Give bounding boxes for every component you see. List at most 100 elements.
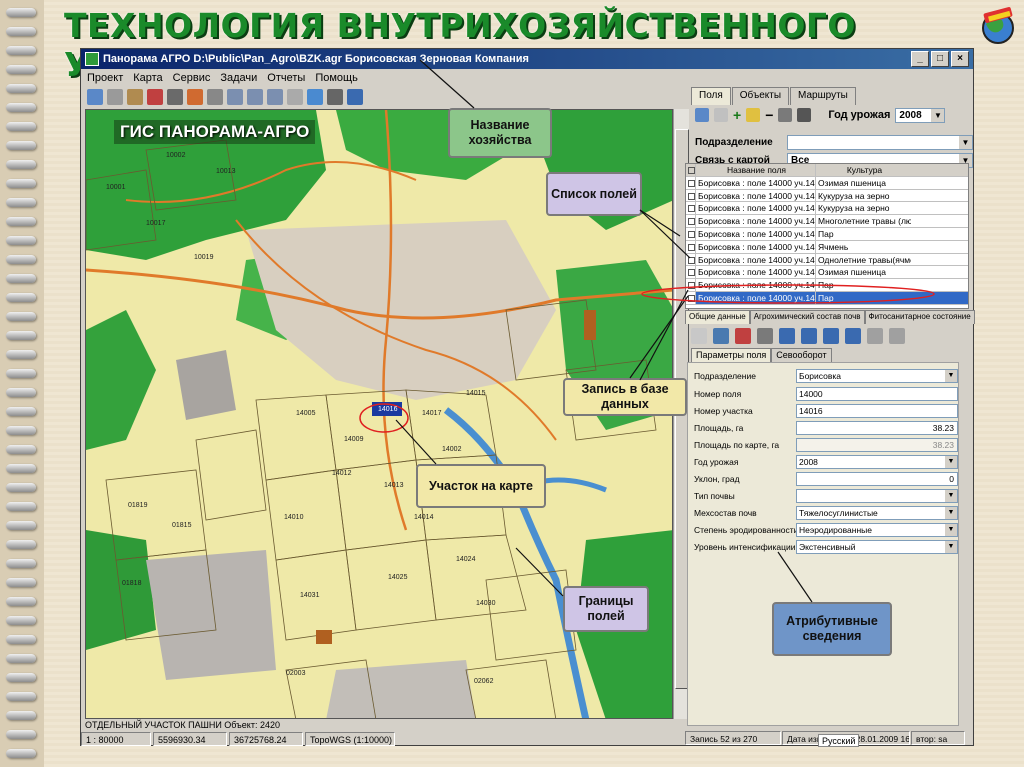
tab-objects[interactable]: Объекты [731,87,790,105]
table-icon[interactable] [779,328,795,344]
field-label[interactable]: 14002 [442,446,461,453]
field-label[interactable]: 02003 [286,670,305,677]
settings-icon[interactable] [889,328,905,344]
table-row[interactable]: Борисовка : поле 14000 уч.14009 Кукуруза … [686,202,968,216]
mech-select[interactable]: Тяжелосуглинистые ▼ [796,506,958,520]
menu-project[interactable]: Проект [87,70,123,87]
tab-field-params[interactable]: Параметры поля [691,348,772,362]
zoom-icon[interactable] [267,89,283,105]
table-row[interactable]: Борисовка : поле 14000 уч.14014 Озимая пш… [686,266,968,280]
menu-help[interactable]: Помощь [315,70,358,87]
cancel-icon[interactable] [691,328,707,344]
intensity-select[interactable]: Экстенсивный ▼ [796,540,958,554]
map-link-icon[interactable] [845,328,861,344]
erosion-select[interactable]: Неэродированные ▼ [796,523,958,537]
menu-service[interactable]: Сервис [173,70,211,87]
soil-type-select[interactable]: ▼ [796,489,958,503]
field-label[interactable]: 02062 [474,678,493,685]
row-checkbox[interactable] [686,291,696,304]
row-checkbox[interactable] [686,215,696,227]
save-icon[interactable] [778,108,793,122]
tab-general[interactable]: Общие данные [685,310,750,324]
row-checkbox[interactable] [686,189,696,202]
subdivision-select[interactable]: ▼ [787,134,973,150]
area-input[interactable]: 38.23 [796,421,958,435]
grid-col-name[interactable]: Название поля [696,164,816,176]
field-label[interactable]: 14025 [388,574,407,581]
copy-icon[interactable] [757,328,773,344]
edit-icon[interactable] [127,89,143,105]
row-checkbox[interactable] [686,279,696,291]
field-label[interactable]: 01815 [172,522,191,529]
table-row[interactable]: Борисовка : поле 14000 уч.14010 Многолетн… [686,215,968,228]
menu-map[interactable]: Карта [133,70,162,87]
field-label[interactable]: 14009 [344,436,363,443]
field-label[interactable]: 14024 [456,556,475,563]
table-row[interactable]: Борисовка : поле 14000 уч.14007 Озимая пш… [686,176,968,190]
tab-agrochem[interactable]: Агрохимический состав почв [749,310,865,324]
menu-tasks[interactable]: Задачи [220,70,257,87]
field-label[interactable]: 14013 [384,482,403,489]
frame-icon[interactable] [207,89,223,105]
scale-1-1-icon[interactable] [287,89,303,105]
field-label[interactable]: 10019 [194,254,213,261]
slope-input[interactable]: 0 [796,472,958,486]
tab-fields[interactable]: Поля [691,87,731,105]
row-checkbox[interactable] [686,253,696,266]
record-icon[interactable] [713,328,729,344]
edit-field-icon[interactable] [746,108,761,122]
minimize-button[interactable]: _ [911,51,929,67]
table-row[interactable]: Борисовка : поле 14000 уч.14015 Пар [686,279,968,292]
row-checkbox[interactable] [686,266,696,279]
undo-icon[interactable] [714,108,728,122]
menu-reports[interactable]: Отчеты [267,70,305,87]
table-row[interactable]: Борисовка : поле 14000 уч.14013 Однолетни… [686,253,968,267]
field-label[interactable]: 10002 [166,152,185,159]
field-label[interactable]: 10013 [216,168,235,175]
zoom-in-icon[interactable] [227,89,243,105]
table-row[interactable]: Борисовка : поле 14000 уч.14016 Пар [686,291,968,305]
list-icon[interactable] [801,328,817,344]
row-checkbox[interactable] [686,202,696,215]
field-label[interactable]: 14016 [378,406,397,413]
open-icon[interactable] [87,89,103,105]
folder-icon[interactable] [695,108,709,122]
clear-icon[interactable] [735,328,751,344]
table-row[interactable]: Борисовка : поле 14000 уч.14011 Пар [686,227,968,241]
help-pointer-icon[interactable] [347,89,363,105]
row-checkbox[interactable] [686,240,696,253]
field-list-grid[interactable]: Название поля Культура Борисовка : поле … [685,163,969,309]
select-icon[interactable] [107,89,123,105]
close-button[interactable]: × [951,51,969,67]
print-list-icon[interactable] [797,108,812,122]
object-icon[interactable] [167,89,183,105]
grid-icon[interactable] [823,328,839,344]
row-checkbox[interactable] [686,176,696,189]
globe-icon[interactable] [307,89,323,105]
tools-icon[interactable] [867,328,883,344]
field-label[interactable]: 14010 [284,514,303,521]
field-label[interactable]: 10017 [146,220,165,227]
table-row[interactable]: Борисовка : поле 14000 уч.14012 Ячмень [686,240,968,254]
plot-number-input[interactable]: 14016 [796,404,958,418]
row-checkbox[interactable] [686,227,696,240]
delete-icon[interactable] [147,89,163,105]
field-label[interactable]: 14005 [296,410,315,417]
table-row[interactable]: Борисовка : поле 14000 уч.14008 Кукуруза … [686,189,968,203]
field-label[interactable]: 01818 [122,580,141,587]
add-icon[interactable]: + [733,107,741,123]
field-label[interactable]: 14017 [422,410,441,417]
tab-routes[interactable]: Маршруты [790,87,856,105]
language-indicator[interactable]: Русский [818,734,860,747]
print-icon[interactable] [327,89,343,105]
year-field[interactable]: 2008 ▼ [796,455,958,469]
field-label[interactable]: 01819 [128,502,147,509]
layer-icon[interactable] [187,89,203,105]
remove-icon[interactable]: − [765,107,773,123]
tab-crop-rotation[interactable]: Севооборот [771,348,832,362]
field-label[interactable]: 14012 [332,470,351,477]
maximize-button[interactable]: □ [931,51,949,67]
grid-col-culture[interactable]: Культура [816,164,911,176]
year-select[interactable]: 2008 ▼ [895,107,946,123]
field-number-input[interactable]: 14000 [796,387,958,401]
